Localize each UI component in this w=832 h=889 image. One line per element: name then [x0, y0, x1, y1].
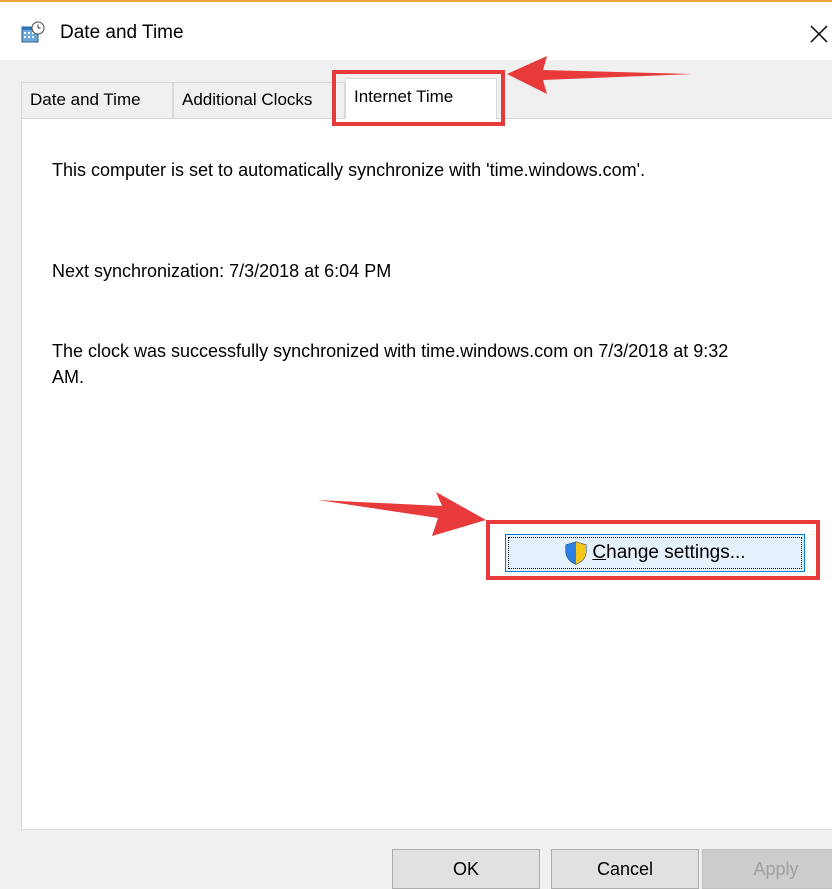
last-sync-text: The clock was successfully synchronized … — [52, 341, 729, 387]
close-icon[interactable] — [805, 16, 832, 50]
internet-time-panel: This computer is set to automatically sy… — [21, 118, 832, 830]
sync-info-text: This computer is set to automatically sy… — [52, 160, 646, 180]
uac-shield-icon — [564, 541, 588, 565]
tab-additional-clocks[interactable]: Additional Clocks — [173, 82, 345, 118]
next-sync-text: Next synchronization: 7/3/2018 at 6:04 P… — [52, 261, 392, 281]
change-settings-label-rest: hange settings... — [606, 542, 746, 563]
date-and-time-dialog: Date and Time Date and Time Additional C… — [0, 0, 832, 889]
date-time-icon — [21, 21, 45, 45]
tab-date-and-time[interactable]: Date and Time — [21, 82, 173, 118]
title-bar: Date and Time — [0, 2, 832, 60]
change-settings-button[interactable]: Change settings... — [505, 534, 805, 572]
change-settings-label: Change settings... — [592, 542, 745, 564]
window-title: Date and Time — [60, 22, 184, 43]
ok-button[interactable]: OK — [392, 849, 540, 889]
apply-button[interactable]: Apply — [702, 849, 832, 889]
tab-internet-time[interactable]: Internet Time — [345, 78, 497, 119]
change-settings-mnemonic: C — [592, 542, 607, 563]
cancel-button[interactable]: Cancel — [551, 849, 699, 889]
